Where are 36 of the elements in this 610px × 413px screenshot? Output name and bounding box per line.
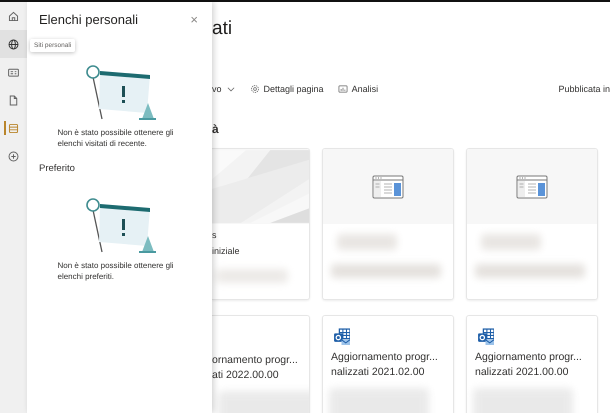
- page-icon: [516, 174, 548, 198]
- section-heading: à: [212, 121, 220, 138]
- card-title: nalizzati 2021.00.00: [474, 365, 570, 380]
- published-label: Pubblicata in: [558, 84, 610, 94]
- mail-calendar-icon: [333, 328, 350, 345]
- globe-icon: [7, 38, 20, 50]
- news-card[interactable]: s iniziale: [212, 148, 310, 300]
- card-title: iniziale: [212, 245, 241, 258]
- mail-calendar-icon: [477, 328, 494, 345]
- card-title: Aggiornamento progr...: [330, 350, 439, 365]
- section-heading: Preferito: [39, 163, 75, 174]
- news-card[interactable]: Aggiornamento progr... nalizzati 2021.00.00: [466, 315, 598, 413]
- chart-icon: [338, 84, 348, 94]
- page-icon: [372, 174, 404, 198]
- card-title: Aggiornamento progr...: [474, 350, 583, 365]
- card-title: ornamento progr...: [212, 353, 299, 368]
- news-card[interactable]: Aggiornamento progr... nalizzati 2021.02.00: [322, 315, 454, 413]
- settings-icon: [250, 84, 260, 94]
- toolbar-button[interactable]: vo: [212, 84, 236, 94]
- close-button[interactable]: ×: [188, 13, 200, 26]
- page-title: ati: [212, 17, 234, 41]
- panel-title: Elenchi personali: [39, 12, 138, 27]
- news-card[interactable]: ornamento progr... ati 2022.00.00: [212, 315, 310, 413]
- empty-message: Non è stato possibile ottenere gli elenchi preferiti.: [58, 260, 175, 282]
- blurred-content: [481, 234, 541, 250]
- toolbar-button[interactable]: Dettagli pagina: [250, 84, 324, 94]
- toolbar-button[interactable]: Analisi: [338, 84, 378, 94]
- card-title: ati 2022.00.00: [212, 368, 280, 383]
- home-icon: [7, 10, 20, 22]
- add-icon: [7, 150, 20, 162]
- document-icon: [7, 94, 20, 106]
- blurred-content: [337, 234, 397, 250]
- card-title: s: [212, 229, 218, 242]
- list-icon: [7, 122, 20, 134]
- empty-message: Non è stato possibile ottenere gli elenchi visitati di recente.: [58, 127, 175, 149]
- card-title: nalizzati 2021.02.00: [330, 365, 426, 380]
